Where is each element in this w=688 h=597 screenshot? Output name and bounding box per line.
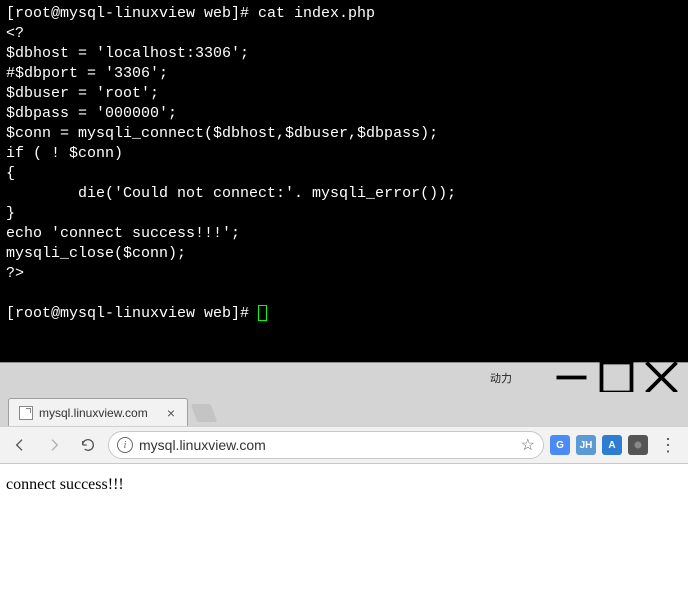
browser-tab[interactable]: mysql.linuxview.com × bbox=[8, 398, 188, 426]
site-info-icon[interactable]: i bbox=[117, 437, 133, 453]
extension-a-icon[interactable]: A bbox=[602, 435, 622, 455]
extension-translate-icon[interactable]: G bbox=[550, 435, 570, 455]
tab-strip: mysql.linuxview.com × bbox=[0, 392, 688, 426]
reload-icon bbox=[80, 437, 96, 453]
window-titlebar: 动力 bbox=[0, 362, 688, 392]
address-bar[interactable]: i mysql.linuxview.com ☆ bbox=[108, 431, 544, 459]
url-text: mysql.linuxview.com bbox=[139, 437, 266, 453]
browser-window: 动力 mysql.linuxview.com × i mysql. bbox=[0, 362, 688, 597]
tab-close-button[interactable]: × bbox=[165, 405, 177, 421]
page-text: connect success!!! bbox=[6, 476, 124, 493]
browser-toolbar: i mysql.linuxview.com ☆ G JH A ⋮ bbox=[0, 426, 688, 464]
bookmark-star-icon[interactable]: ☆ bbox=[521, 435, 535, 455]
back-button[interactable] bbox=[6, 431, 34, 459]
maximize-button[interactable] bbox=[594, 363, 639, 392]
arrow-left-icon bbox=[12, 437, 28, 453]
reload-button[interactable] bbox=[74, 431, 102, 459]
terminal-cursor bbox=[258, 305, 267, 321]
new-tab-button[interactable] bbox=[191, 404, 218, 422]
forward-button[interactable] bbox=[40, 431, 68, 459]
tab-title: mysql.linuxview.com bbox=[39, 406, 148, 420]
close-button[interactable] bbox=[639, 363, 684, 392]
browser-menu-button[interactable]: ⋮ bbox=[654, 431, 682, 459]
terminal-output[interactable]: [root@mysql-linuxview web]# cat index.ph… bbox=[0, 0, 688, 362]
terminal-text: [root@mysql-linuxview web]# cat index.ph… bbox=[6, 5, 456, 322]
minimize-button[interactable] bbox=[549, 363, 594, 392]
file-icon bbox=[19, 406, 33, 420]
menu-dots-icon: ⋮ bbox=[659, 435, 677, 456]
bug-icon bbox=[631, 438, 645, 452]
arrow-right-icon bbox=[46, 437, 62, 453]
extension-jh-icon[interactable]: JH bbox=[576, 435, 596, 455]
titlebar-label: 动力 bbox=[0, 370, 512, 386]
extension-misc-icon[interactable] bbox=[628, 435, 648, 455]
page-body: connect success!!! bbox=[0, 464, 688, 597]
